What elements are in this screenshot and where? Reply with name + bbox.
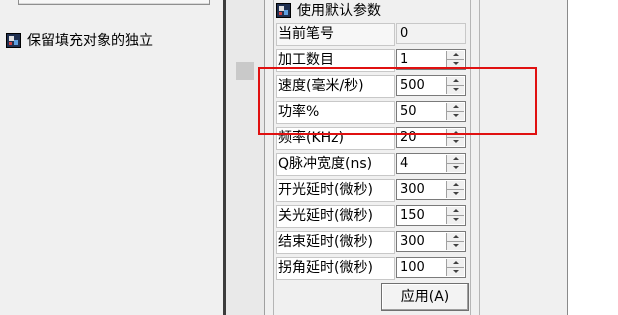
param-row-corner-delay: 拐角延时(微秒) 100 [276, 256, 466, 280]
param-input-text: 300 [400, 182, 425, 197]
spin-up-icon[interactable] [447, 103, 464, 112]
param-row-pen-no: 当前笔号 0 [276, 22, 466, 46]
param-input-text: 1 [400, 52, 409, 67]
spin-up-icon[interactable] [447, 207, 464, 216]
spin-down-icon[interactable] [447, 216, 464, 224]
spin-down-icon[interactable] [447, 112, 464, 120]
param-label: 拐角延时(微秒) [276, 257, 395, 280]
param-input[interactable]: 300 [396, 231, 466, 252]
param-input[interactable]: 1 [396, 49, 466, 70]
param-row-end-delay: 结束延时(微秒) 300 [276, 230, 466, 254]
param-row-laser-off-delay: 关光延时(微秒) 150 [276, 204, 466, 228]
param-label: 加工数目 [276, 49, 395, 72]
param-input-text: 150 [400, 208, 425, 223]
param-row-count: 加工数目 1 [276, 48, 466, 72]
param-input[interactable]: 100 [396, 257, 466, 278]
param-input-text: 100 [400, 260, 425, 275]
apply-button[interactable]: 应用(A) [381, 283, 469, 311]
param-row-q-pulse: Q脉冲宽度(ns) 4 [276, 152, 466, 176]
spinner[interactable] [446, 207, 464, 224]
top-button[interactable] [18, 0, 210, 5]
header-label: 使用默认参数 [297, 3, 381, 19]
spin-down-icon[interactable] [447, 190, 464, 198]
keep-fill-independent-option[interactable]: 保留填充对象的独立 [6, 30, 153, 50]
param-input[interactable]: 4 [396, 153, 466, 174]
param-value-readonly: 0 [396, 23, 466, 44]
param-input-text: 4 [400, 156, 409, 171]
param-input-text: 50 [400, 104, 417, 119]
param-row-speed: 速度(毫米/秒) 500 [276, 74, 466, 98]
param-row-power: 功率% 50 [276, 100, 466, 124]
option-label: 保留填充对象的独立 [27, 33, 153, 49]
param-input[interactable]: 50 [396, 101, 466, 122]
spinner[interactable] [446, 103, 464, 120]
palette-icon [6, 32, 21, 48]
spin-up-icon[interactable] [447, 233, 464, 242]
spinner[interactable] [446, 181, 464, 198]
param-label: 速度(毫米/秒) [276, 75, 395, 98]
spin-up-icon[interactable] [447, 155, 464, 164]
left-pane: 保留填充对象的独立 [0, 0, 222, 315]
param-label: 频率(KHz) [276, 127, 395, 150]
param-input[interactable]: 20 [396, 127, 466, 148]
spin-down-icon[interactable] [447, 164, 464, 172]
param-label: 结束延时(微秒) [276, 231, 395, 254]
param-label: 关光延时(微秒) [276, 205, 395, 228]
spinner[interactable] [446, 51, 464, 68]
param-input[interactable]: 300 [396, 179, 466, 200]
param-label: Q脉冲宽度(ns) [276, 153, 395, 176]
spin-up-icon[interactable] [447, 77, 464, 86]
spin-up-icon[interactable] [447, 259, 464, 268]
right-edge-pane [567, 0, 618, 315]
spin-down-icon[interactable] [447, 242, 464, 250]
spin-down-icon[interactable] [447, 60, 464, 68]
spinner[interactable] [446, 77, 464, 94]
spin-up-icon[interactable] [447, 51, 464, 60]
spinner[interactable] [446, 259, 464, 276]
use-default-params-option[interactable]: 使用默认参数 [276, 0, 381, 20]
param-label: 功率% [276, 101, 395, 124]
spin-up-icon[interactable] [447, 181, 464, 190]
palette-icon [276, 2, 291, 18]
spinner[interactable] [446, 233, 464, 250]
param-row-frequency: 频率(KHz) 20 [276, 126, 466, 150]
spin-up-icon[interactable] [447, 129, 464, 138]
spin-down-icon[interactable] [447, 138, 464, 146]
spin-down-icon[interactable] [447, 268, 464, 276]
param-input[interactable]: 500 [396, 75, 466, 96]
param-input-text: 20 [400, 130, 417, 145]
param-input-text: 300 [400, 234, 425, 249]
param-label: 当前笔号 [276, 23, 395, 46]
mid-gap [226, 0, 264, 315]
splitter-handle[interactable] [236, 62, 254, 80]
param-input[interactable]: 150 [396, 205, 466, 226]
spinner[interactable] [446, 129, 464, 146]
param-input-text: 500 [400, 78, 425, 93]
right-area [479, 0, 568, 315]
param-label: 开光延时(微秒) [276, 179, 395, 202]
param-row-laser-on-delay: 开光延时(微秒) 300 [276, 178, 466, 202]
spin-down-icon[interactable] [447, 86, 464, 94]
spinner[interactable] [446, 155, 464, 172]
